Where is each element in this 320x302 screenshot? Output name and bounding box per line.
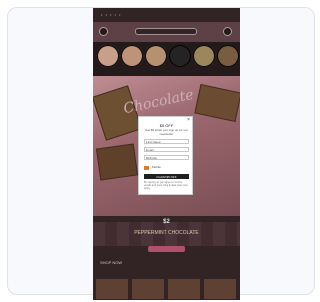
first-name-field[interactable]: First Name	[144, 139, 189, 144]
email-field[interactable]: Email	[144, 147, 189, 152]
first-name-placeholder: First Name	[146, 140, 161, 144]
signup-modal: × $5 OFF Get $5 when you sign up for our…	[138, 116, 193, 195]
submit-label: CLAIM $5 OFF	[156, 175, 177, 179]
birthday-field[interactable]: Birthday	[144, 155, 189, 160]
submit-button[interactable]: CLAIM $5 OFF	[144, 174, 189, 179]
country-flag-icon[interactable]	[144, 166, 149, 170]
phone-hint: Mobile	[152, 165, 161, 169]
terms-text: By signing up you agree to receive email…	[144, 181, 188, 190]
modal-subtitle: Get $5 when you sign up for our newslett…	[145, 128, 188, 136]
email-placeholder: Email	[146, 148, 154, 152]
birthday-placeholder: Birthday	[146, 156, 158, 160]
